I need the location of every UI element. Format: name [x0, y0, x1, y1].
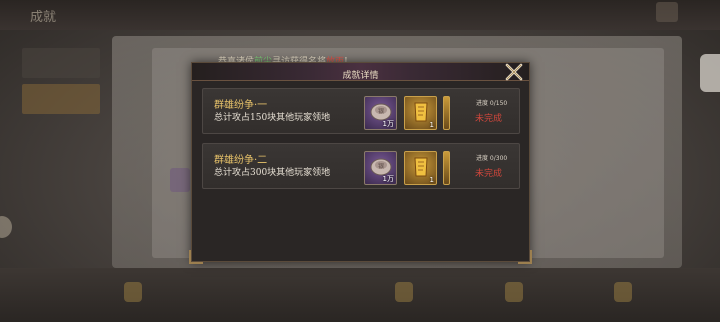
- close-button[interactable]: [503, 61, 525, 83]
- achievement-description: 总计攻占300块其他玩家领地: [214, 168, 331, 178]
- background-tab-2: [22, 84, 100, 114]
- reward-quantity: 1: [429, 121, 434, 129]
- background-close-button: [656, 2, 678, 22]
- reward-silver-slot[interactable]: 银 1万: [364, 151, 397, 185]
- progress-label: 进度 0/300: [476, 155, 508, 162]
- reward-scroll-slot[interactable]: 1: [404, 96, 437, 130]
- achievement-name: 群雄纷争·一: [214, 100, 268, 111]
- achievement-description: 总计攻占150块其他玩家领地: [214, 113, 331, 123]
- progress-label: 进度 0/150: [476, 100, 508, 107]
- side-floating-button[interactable]: [700, 54, 720, 92]
- achievement-name: 群雄纷争·二: [214, 155, 268, 166]
- reward-quantity: 1: [429, 176, 434, 184]
- achievement-detail-dialog: 成就详情 群雄纷争·一 总计攻占150块其他玩家领地 银 1万 1 进度 0/1…: [189, 61, 532, 264]
- background-bottom-bar: [0, 268, 720, 322]
- background-tab-1: [22, 48, 100, 78]
- background-top-bar: 成就: [0, 0, 720, 30]
- reward-silver-slot[interactable]: 银 1万: [364, 96, 397, 130]
- background-window-title: 成就: [30, 10, 57, 25]
- svg-text:银: 银: [378, 107, 384, 115]
- achievement-row: 群雄纷争·二 总计攻占300块其他玩家领地 银 1万 1 进度 0/300 未完…: [202, 143, 520, 189]
- reward-partial-slot[interactable]: [443, 151, 450, 185]
- background-item-icon: [170, 168, 190, 192]
- reward-scroll-slot[interactable]: 1: [404, 151, 437, 185]
- reward-quantity: 1万: [382, 175, 394, 183]
- background-bottom-icon: [395, 282, 413, 302]
- status-badge: 未完成: [475, 169, 503, 179]
- dialog-title: 成就详情: [342, 71, 379, 81]
- reward-partial-slot[interactable]: [443, 96, 450, 130]
- achievement-row: 群雄纷争·一 总计攻占150块其他玩家领地 银 1万 1 进度 0/150 未完…: [202, 88, 520, 134]
- background-bottom-icon: [124, 282, 142, 302]
- svg-text:银: 银: [378, 162, 384, 170]
- reward-quantity: 1万: [382, 120, 394, 128]
- dialog-corner-ornament: [189, 250, 203, 264]
- status-badge: 未完成: [475, 114, 503, 124]
- background-bottom-icon: [505, 282, 523, 302]
- close-icon: [505, 63, 523, 81]
- dialog-corner-ornament: [518, 250, 532, 264]
- dialog-header: 成就详情: [192, 63, 529, 81]
- background-bottom-icon: [614, 282, 632, 302]
